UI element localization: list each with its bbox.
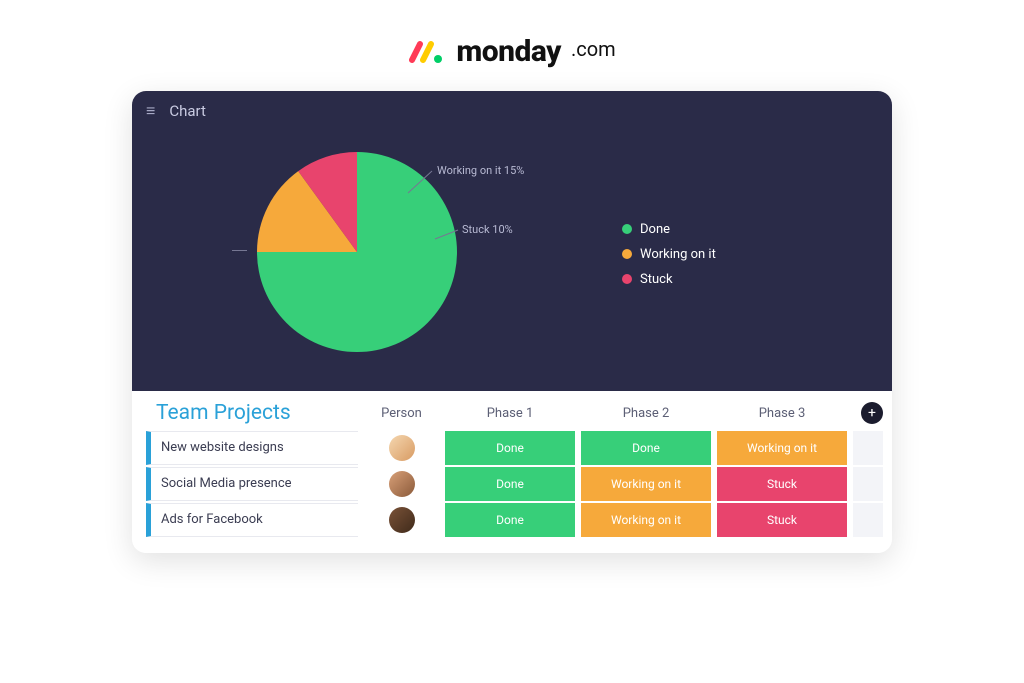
table-row: Social Media presence DoneWorking on itSt… <box>146 467 878 501</box>
menu-icon[interactable]: ≡ <box>146 101 155 121</box>
status-cell-stuck[interactable]: Stuck <box>717 503 847 537</box>
task-cell[interactable]: Social Media presence <box>146 467 358 501</box>
empty-cell <box>853 503 883 537</box>
task-cell[interactable]: Ads for Facebook <box>146 503 358 537</box>
empty-cell <box>853 431 883 465</box>
pie-tick-icon <box>232 250 247 251</box>
brand-mark-icon <box>408 40 446 64</box>
legend-item-done[interactable]: Done <box>622 222 892 237</box>
add-column-button[interactable]: + <box>861 402 883 424</box>
table-header-row: Team Projects Person Phase 1 Phase 2 Pha… <box>146 401 878 431</box>
chart-legend: Done Working on it Stuck <box>532 212 892 297</box>
legend-label: Stuck <box>640 272 673 287</box>
slice-label-stuck: Stuck 10% <box>462 223 513 236</box>
slice-label-working: Working on it 15% <box>437 164 524 177</box>
person-cell[interactable] <box>364 503 439 537</box>
empty-cell <box>853 467 883 501</box>
legend-dot-icon <box>622 249 632 259</box>
legend-dot-icon <box>622 274 632 284</box>
pie-chart: Working on it 15% Stuck 10% <box>132 142 532 366</box>
table-panel: Team Projects Person Phase 1 Phase 2 Pha… <box>132 391 892 553</box>
legend-dot-icon <box>622 224 632 234</box>
status-cell-done[interactable]: Done <box>445 431 575 465</box>
app-window: ≡ Chart Working on it 15% Stuck 10% Done… <box>132 91 892 553</box>
brand-suffix: .com <box>571 37 616 61</box>
person-cell[interactable] <box>364 467 439 501</box>
status-cell-done[interactable]: Done <box>445 467 575 501</box>
avatar <box>389 507 415 533</box>
table-row: Ads for Facebook DoneWorking on itStuck <box>146 503 878 537</box>
col-person: Person <box>364 406 439 421</box>
status-cell-working[interactable]: Working on it <box>717 431 847 465</box>
table-title: Team Projects <box>146 401 358 425</box>
plus-icon: + <box>868 405 876 421</box>
chart-header: ≡ Chart <box>132 91 892 121</box>
task-cell[interactable]: New website designs <box>146 431 358 465</box>
col-phase-2: Phase 2 <box>581 406 711 421</box>
avatar <box>389 435 415 461</box>
chart-title: Chart <box>169 102 206 120</box>
chart-panel: ≡ Chart Working on it 15% Stuck 10% Done… <box>132 91 892 391</box>
col-phase-3: Phase 3 <box>717 406 847 421</box>
legend-label: Working on it <box>640 247 716 262</box>
legend-label: Done <box>640 222 670 237</box>
status-cell-done[interactable]: Done <box>581 431 711 465</box>
col-phase-1: Phase 1 <box>445 406 575 421</box>
legend-item-stuck[interactable]: Stuck <box>622 272 892 287</box>
status-cell-stuck[interactable]: Stuck <box>717 467 847 501</box>
status-cell-working[interactable]: Working on it <box>581 503 711 537</box>
brand-word: monday <box>456 34 561 69</box>
avatar <box>389 471 415 497</box>
person-cell[interactable] <box>364 431 439 465</box>
legend-item-working[interactable]: Working on it <box>622 247 892 262</box>
brand-logo: monday .com <box>0 0 1024 91</box>
status-cell-done[interactable]: Done <box>445 503 575 537</box>
status-cell-working[interactable]: Working on it <box>581 467 711 501</box>
table-row: New website designsDoneDoneWorking on it <box>146 431 878 465</box>
